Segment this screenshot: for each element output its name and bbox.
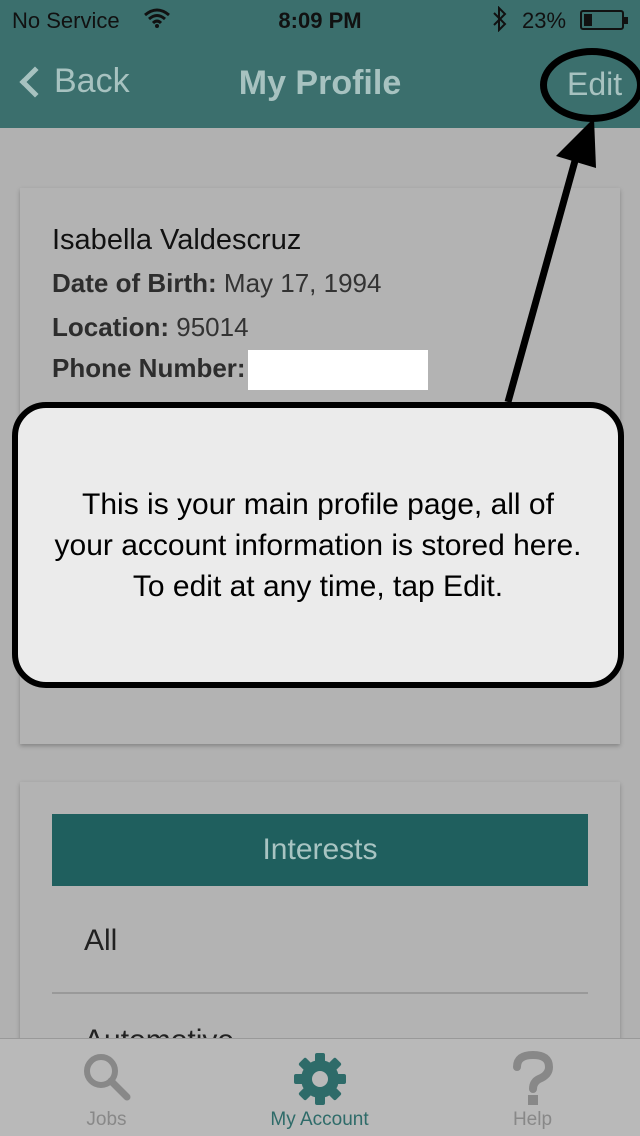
tab-bar: Jobs My Account Help xyxy=(0,1038,640,1136)
tab-help[interactable]: Help xyxy=(426,1039,639,1136)
tab-jobs-label: Jobs xyxy=(86,1109,127,1130)
interests-card: Interests All Automotive xyxy=(20,782,620,1082)
question-icon xyxy=(512,1051,553,1105)
tutorial-line-3: To edit at any time, tap Edit. xyxy=(132,569,504,603)
tab-my-account-label: My Account xyxy=(270,1109,369,1130)
edit-highlight-ring xyxy=(540,48,640,122)
tutorial-arrow xyxy=(504,118,596,403)
interest-item-all[interactable]: All xyxy=(84,924,117,958)
tab-help-label: Help xyxy=(512,1109,553,1130)
tutorial-callout: This is your main profile page, all of y… xyxy=(12,402,624,688)
tutorial-line-2: your account information is stored here. xyxy=(54,528,582,562)
tab-jobs[interactable]: Jobs xyxy=(0,1039,213,1136)
interests-header: Interests xyxy=(52,814,588,886)
tutorial-line-1: This is your main profile page, all of xyxy=(82,487,554,521)
tab-my-account[interactable]: My Account xyxy=(213,1039,426,1136)
search-icon xyxy=(83,1054,130,1101)
divider xyxy=(52,992,588,994)
gear-icon xyxy=(293,1053,346,1105)
